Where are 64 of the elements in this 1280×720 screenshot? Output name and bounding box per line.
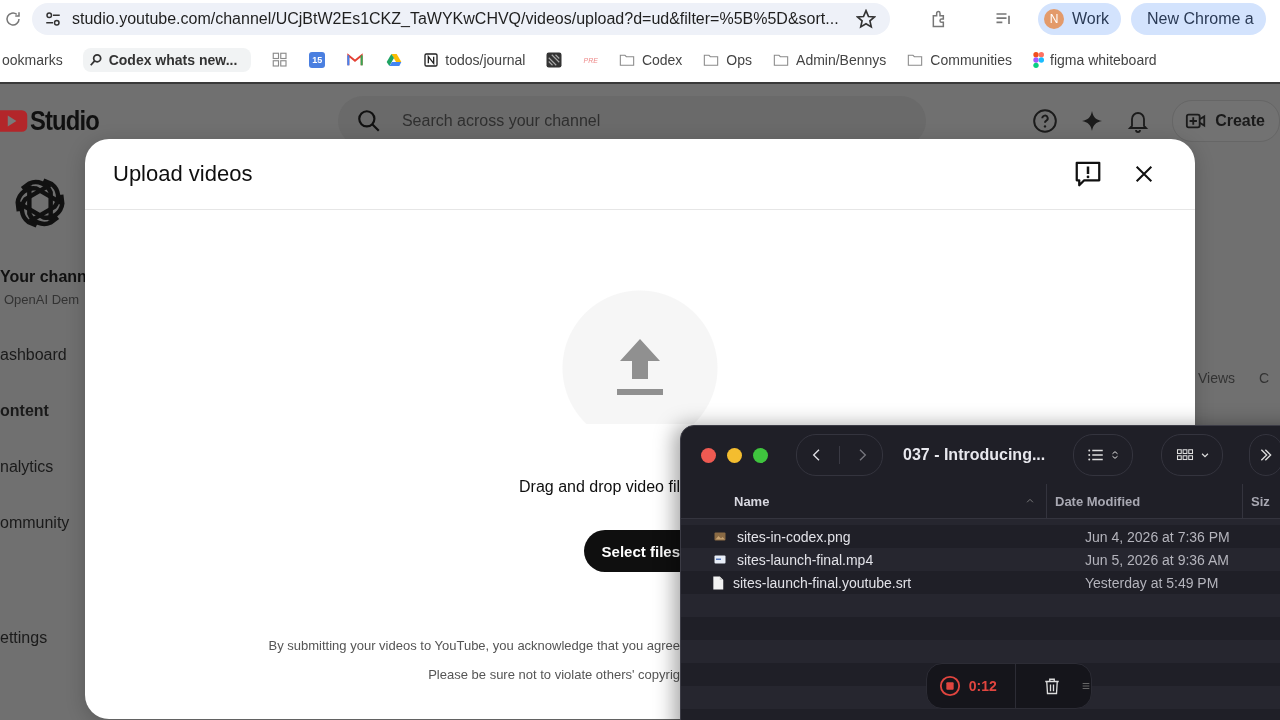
bookmark-folder[interactable]: Admin/Bennys <box>772 52 887 68</box>
sidebar-item[interactable]: ontent <box>0 383 85 439</box>
profile-chip[interactable]: N Work <box>1038 3 1122 35</box>
stop-record-icon <box>938 675 961 697</box>
notion-icon <box>423 52 440 68</box>
drag-drop-hint: Drag and drop video fil <box>519 478 680 496</box>
file-name[interactable]: sites-launch-final.mp4 <box>681 551 1033 568</box>
trash-icon <box>1043 676 1062 696</box>
chevron-down-icon <box>1200 450 1211 460</box>
sidebar-item[interactable]: ommunity <box>0 495 85 551</box>
zoom-window-button[interactable] <box>753 447 768 463</box>
bookmark-folder[interactable]: Codex <box>617 52 683 68</box>
star-icon <box>856 9 876 29</box>
close-window-button[interactable] <box>701 447 716 463</box>
sidebar-item[interactable]: ettings <box>0 629 85 647</box>
create-button[interactable]: Create <box>1172 100 1280 142</box>
terms-notice: By submitting your videos to YouTube, you acknowledge that you agree <box>268 638 680 653</box>
new-chrome-chip[interactable]: New Chrome a <box>1131 3 1266 35</box>
drive-icon <box>385 52 404 68</box>
terms-notice: Please be sure not to violate others' copyrig <box>428 667 680 682</box>
bookmark-folder[interactable]: Communities <box>906 52 1013 68</box>
file-name[interactable]: sites-in-codex.png <box>681 528 1033 545</box>
minimize-window-button[interactable] <box>727 447 742 463</box>
calendar-icon[interactable]: 15 <box>309 52 326 68</box>
file-date: Jun 4, 2026 at 7:36 PM <box>1085 528 1230 545</box>
file-date: Yesterday at 5:49 PM <box>1085 574 1219 591</box>
folder-icon <box>617 52 636 68</box>
select-files-button[interactable]: Select files <box>583 530 680 572</box>
mail-icon <box>345 52 366 68</box>
bookmark-link[interactable]: todos/journal <box>423 52 526 68</box>
studio-logo[interactable]: Studio <box>0 105 338 137</box>
search-icon <box>88 53 103 67</box>
file-name[interactable]: sites-launch-final.youtube.srt <box>681 573 1033 592</box>
folder-icon <box>772 52 791 68</box>
group-button[interactable] <box>1161 434 1224 476</box>
channel-name: OpenAI Dem <box>4 292 81 307</box>
folder-icon <box>702 52 721 68</box>
sort-caret-icon <box>1024 496 1036 506</box>
search-icon <box>355 108 382 134</box>
app-icon <box>545 51 564 69</box>
apps-grid-icon <box>271 51 290 69</box>
close-icon <box>1133 163 1155 185</box>
feedback-icon <box>1073 159 1103 189</box>
reload-icon <box>4 10 22 28</box>
file-date: Jun 5, 2026 at 9:36 AM <box>1085 551 1229 568</box>
site-settings-icon <box>44 10 62 28</box>
column-header[interactable]: Siz <box>1242 484 1270 518</box>
address-bar[interactable]: studio.youtube.com/channel/UCjBtW2Es1CKZ_TaWYKwCHVQ/videos/upload?d=ud&filter=%5B%5D&sort... <box>32 3 890 35</box>
dialog-title: Upload videos <box>113 161 254 187</box>
bookmark-link[interactable]: figma whiteboard <box>1032 51 1157 69</box>
sidebar-item[interactable]: ashboard <box>0 327 85 383</box>
figma-icon <box>1032 51 1045 69</box>
bookmark-folder[interactable]: Ops <box>702 52 753 68</box>
help-icon <box>1032 108 1059 134</box>
column-header[interactable]: Name <box>681 484 1046 518</box>
sidebar-item[interactable]: nalytics <box>0 439 85 495</box>
recording-time: 0:12 <box>968 678 997 694</box>
view-options-button[interactable] <box>1073 434 1134 476</box>
bookmark-link[interactable]: Codex whats new... <box>82 48 252 72</box>
folder-icon <box>906 52 925 68</box>
channel-title: Your chann <box>0 268 85 286</box>
folder-title: 037 - Introducing... <box>903 446 1046 464</box>
column-header[interactable]: Date Modified <box>1046 484 1242 518</box>
bookmarks-label: ookmarks <box>2 52 63 68</box>
